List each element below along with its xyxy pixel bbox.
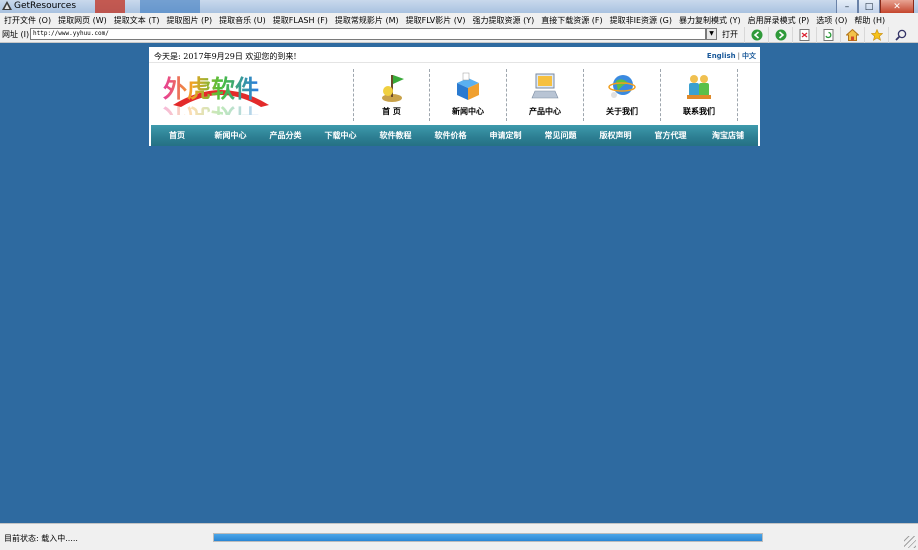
menu-item-options[interactable]: 选项 (O)	[816, 15, 847, 26]
main-navigation: 首页 新闻中心 产品分类 下载中心 软件教程 软件价格 申请定制 常见问题 版权…	[151, 125, 758, 146]
minimize-button[interactable]: –	[836, 0, 858, 14]
about-globe-icon	[608, 75, 636, 98]
address-dropdown-button[interactable]: ▼	[706, 28, 717, 40]
menu-item-extract-flv[interactable]: 提取FLV影片 (V)	[406, 15, 466, 26]
nav-agents[interactable]: 官方代理	[643, 125, 698, 146]
nav-custom-request[interactable]: 申请定制	[478, 125, 533, 146]
products-computer-icon	[531, 73, 559, 99]
nav-tutorials[interactable]: 软件教程	[368, 125, 423, 146]
menu-item-extract-flash[interactable]: 提取FLASH (F)	[273, 15, 328, 26]
menu-item-force-copy[interactable]: 暴力复制模式 (Y)	[679, 15, 741, 26]
refresh-icon[interactable]	[816, 27, 840, 43]
site-logo[interactable]: 外虎软件 外虎软件	[161, 67, 281, 131]
home-flag-icon	[382, 75, 404, 102]
nav-copyright[interactable]: 版权声明	[588, 125, 643, 146]
browser-content: 今天是: 2017年9月29日 欢迎您的到来! English | 中文 外虎软件 …	[0, 43, 918, 523]
menu-item-direct-download[interactable]: 直接下载资源 (F)	[541, 15, 602, 26]
resize-grip[interactable]	[904, 536, 916, 548]
icon-nav-home[interactable]: 首 页	[353, 69, 430, 121]
back-icon[interactable]	[744, 27, 768, 43]
address-label: 网址 (I)	[2, 30, 30, 39]
toolbar	[744, 27, 912, 43]
menu-item-extract-page[interactable]: 提取网页 (W)	[58, 15, 107, 26]
logo-text-reflection: 外虎软件	[163, 103, 259, 115]
menu-bar: 打开文件 (O) 提取网页 (W) 提取文本 (T) 提取图片 (P) 提取音乐…	[0, 13, 918, 27]
address-bar: 网址 (I) http://www.yyhuu.com/ ▼ 打开	[0, 27, 918, 43]
icon-nav-products[interactable]: 产品中心	[507, 69, 584, 121]
app-icon	[2, 1, 12, 10]
menu-item-screen-record[interactable]: 启用屏录模式 (P)	[748, 15, 810, 26]
taskbar-decoration	[140, 0, 200, 13]
icon-nav-contact[interactable]: 联系我们	[661, 69, 738, 121]
favorite-icon[interactable]	[864, 27, 888, 43]
nav-faq[interactable]: 常见问题	[533, 125, 588, 146]
contact-people-icon	[687, 75, 711, 99]
icon-nav-about[interactable]: 关于我们	[584, 69, 661, 121]
logo-text: 外虎软件	[163, 75, 259, 103]
open-button[interactable]: 打开	[722, 29, 738, 40]
nav-news[interactable]: 新闻中心	[203, 125, 258, 146]
news-box-icon	[457, 72, 479, 100]
search-icon[interactable]	[888, 27, 912, 43]
menu-item-extract-text[interactable]: 提取文本 (T)	[114, 15, 160, 26]
nav-home[interactable]: 首页	[151, 125, 203, 146]
nav-downloads[interactable]: 下载中心	[313, 125, 368, 146]
close-button[interactable]: ✕	[880, 0, 914, 14]
lang-english-link[interactable]: English	[707, 52, 736, 60]
menu-item-extract-non-ie[interactable]: 提取非IE资源 (G)	[610, 15, 672, 26]
title-bar: GetResources – □ ✕	[0, 0, 918, 14]
menu-item-extract-music[interactable]: 提取音乐 (U)	[219, 15, 266, 26]
menu-item-extract-image[interactable]: 提取图片 (P)	[166, 15, 212, 26]
icon-navigation: 首 页 新闻中心 产品中心 关于我们 联系我们	[353, 69, 738, 121]
menu-item-extract-video[interactable]: 提取常规影片 (M)	[335, 15, 399, 26]
nav-product-categories[interactable]: 产品分类	[258, 125, 313, 146]
language-switch: English | 中文	[707, 51, 756, 61]
icon-nav-news[interactable]: 新闻中心	[430, 69, 507, 121]
lang-chinese-link[interactable]: 中文	[742, 52, 756, 60]
maximize-button[interactable]: □	[858, 0, 880, 14]
nav-pricing[interactable]: 软件价格	[423, 125, 478, 146]
progress-fill	[214, 534, 762, 541]
address-input[interactable]: http://www.yyhuu.com/	[30, 28, 706, 40]
website-header: 今天是: 2017年9月29日 欢迎您的到来! English | 中文 外虎软件 …	[149, 47, 760, 146]
status-text: 目前状态: 载入中.....	[4, 534, 78, 543]
menu-item-open-file[interactable]: 打开文件 (O)	[4, 15, 51, 26]
date-welcome-text: 今天是: 2017年9月29日 欢迎您的到来!	[154, 52, 297, 61]
taskbar-decoration	[95, 0, 125, 13]
loading-progress-bar	[213, 533, 763, 542]
lang-separator: |	[737, 52, 740, 60]
menu-item-help[interactable]: 帮助 (H)	[854, 15, 885, 26]
site-top-bar: 今天是: 2017年9月29日 欢迎您的到来! English | 中文	[149, 47, 760, 63]
save-page-icon[interactable]	[792, 27, 816, 43]
home-icon[interactable]	[840, 27, 864, 43]
window-controls: – □ ✕	[836, 0, 914, 14]
status-bar: 目前状态: 载入中.....	[0, 523, 918, 550]
window-title: GetResources	[14, 1, 77, 11]
forward-icon[interactable]	[768, 27, 792, 43]
menu-item-force-extract[interactable]: 强力提取资源 (Y)	[473, 15, 535, 26]
nav-taobao-store[interactable]: 淘宝店铺	[698, 125, 758, 146]
